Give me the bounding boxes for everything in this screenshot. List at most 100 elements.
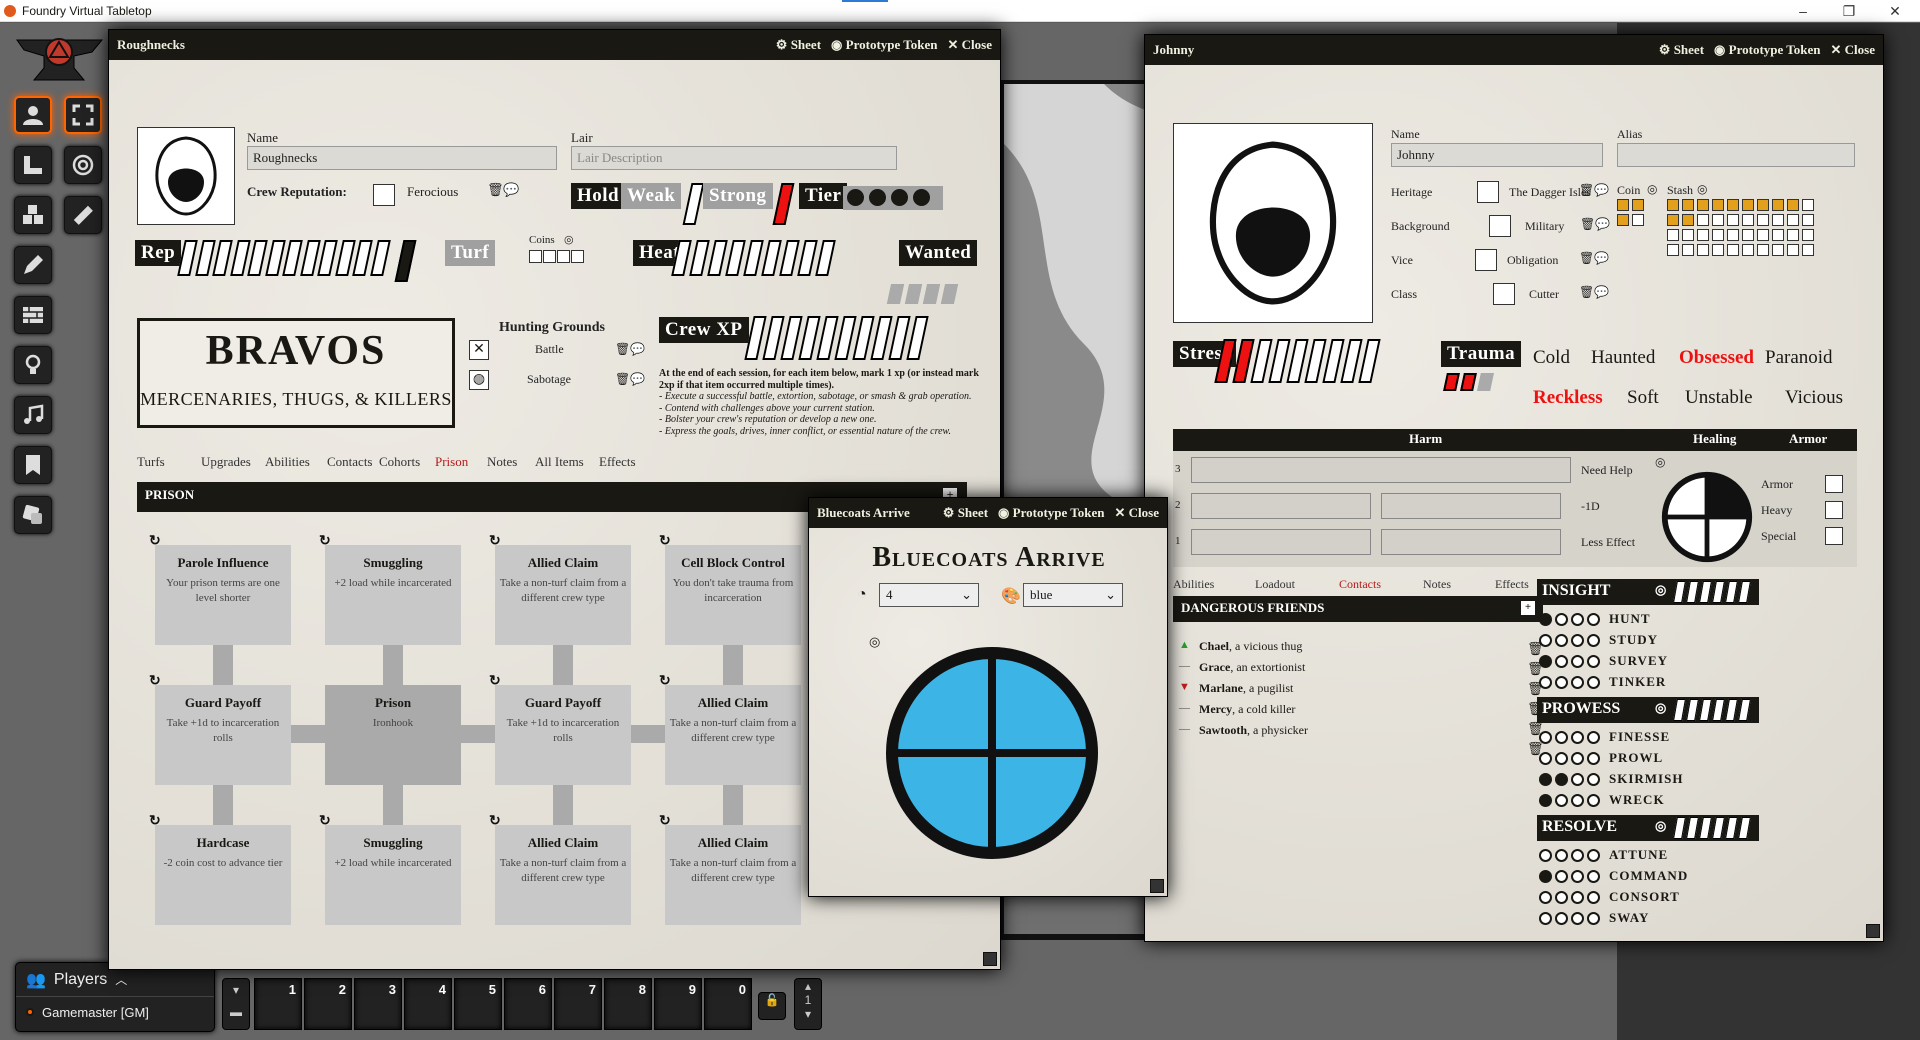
stash-box[interactable] (1772, 244, 1784, 256)
stash-box[interactable] (1772, 199, 1784, 211)
skill-dot[interactable] (1555, 751, 1568, 765)
stash-box[interactable] (1682, 244, 1694, 256)
sound-controls-button[interactable] (14, 396, 52, 434)
measure-controls-button[interactable] (14, 146, 52, 184)
stash-box[interactable] (1787, 244, 1799, 256)
trauma-obsessed[interactable]: Obsessed (1679, 347, 1754, 369)
hold-strong-toggle[interactable]: Strong (703, 183, 773, 209)
foundry-logo[interactable] (12, 30, 107, 90)
stash-box[interactable] (1727, 214, 1739, 226)
stash-box[interactable] (1802, 229, 1814, 241)
trauma-unstable[interactable]: Unstable (1685, 387, 1753, 409)
tiles-controls-button[interactable] (14, 196, 52, 234)
prototype-token-button[interactable]: ◉ Prototype Token (998, 505, 1104, 521)
attribute-xp-tick[interactable] (1725, 817, 1738, 839)
skill-dot[interactable] (1587, 793, 1600, 807)
token-controls-button[interactable] (14, 96, 52, 134)
skill-dot[interactable] (1555, 730, 1568, 744)
skill-dot[interactable] (1587, 890, 1600, 904)
macro-slot[interactable]: 6 (504, 978, 552, 1030)
heat-tick[interactable] (797, 240, 818, 276)
sheet-config-button[interactable]: ⚙ Sheet (776, 37, 821, 53)
stash-box[interactable] (1802, 214, 1814, 226)
macro-slot[interactable]: 4 (404, 978, 452, 1030)
refresh-icon[interactable]: ↻ (489, 813, 501, 830)
tab-contacts[interactable]: Contacts (327, 454, 373, 470)
coin-box[interactable] (529, 250, 542, 263)
char-name-input[interactable]: Johnny (1391, 143, 1603, 167)
attribute-xp-tick[interactable] (1712, 581, 1725, 603)
attribute-xp-tick[interactable] (1712, 817, 1725, 839)
trauma-reckless[interactable]: Reckless (1533, 387, 1603, 409)
page-up-icon[interactable]: ▴ (795, 979, 821, 993)
add-icon[interactable]: + (1521, 601, 1535, 615)
stash-box[interactable] (1727, 244, 1739, 256)
skill-dot[interactable] (1587, 751, 1600, 765)
macro-slot[interactable]: 5 (454, 978, 502, 1030)
tab-turfs[interactable]: Turfs (137, 454, 165, 470)
macro-slot[interactable]: 7 (554, 978, 602, 1030)
stash-box[interactable] (1667, 229, 1679, 241)
minimize-icon[interactable]: – (1780, 0, 1826, 22)
tab-abilities[interactable]: Abilities (265, 454, 310, 470)
tab-upgrades[interactable]: Upgrades (201, 454, 251, 470)
detail-actions[interactable]: 🗑💬 (1580, 217, 1610, 232)
skill-dot[interactable] (1571, 869, 1584, 883)
stash-box[interactable] (1802, 199, 1814, 211)
skill-dot[interactable] (1539, 772, 1552, 786)
skill-finesse[interactable]: FINESSE (1539, 729, 1670, 745)
hunting-sabotage-actions[interactable]: 🗑💬 (615, 372, 645, 387)
prison-node[interactable]: Smuggling +2 load while incarcerated (325, 825, 461, 925)
crew-name-input[interactable]: Roughnecks (247, 146, 557, 170)
skill-dot[interactable] (1539, 633, 1552, 647)
stash-box[interactable] (1742, 244, 1754, 256)
prison-node[interactable]: Allied Claim Take a non-turf claim from a… (665, 685, 801, 785)
skill-dot[interactable] (1555, 772, 1568, 786)
skill-dot[interactable] (1571, 730, 1584, 744)
tier-dot[interactable] (869, 189, 886, 206)
skill-dot[interactable] (1587, 911, 1600, 925)
macro-slot[interactable]: 8 (604, 978, 652, 1030)
skill-dot[interactable] (1571, 793, 1584, 807)
trauma-tick[interactable] (1460, 373, 1477, 391)
stash-box[interactable] (1772, 229, 1784, 241)
prison-node[interactable]: Allied Claim Take a non-turf claim from a… (665, 825, 801, 925)
contact-entry[interactable]: Marlane, a pugilist (1199, 681, 1293, 696)
refresh-icon[interactable]: ↻ (659, 533, 671, 550)
skill-dot[interactable] (1555, 793, 1568, 807)
skill-wreck[interactable]: WRECK (1539, 792, 1665, 808)
stash-box[interactable] (1802, 244, 1814, 256)
page-down-icon[interactable]: ▾ (795, 1007, 821, 1021)
rep-tick[interactable] (212, 240, 233, 276)
maximize-icon[interactable]: ❐ (1826, 0, 1872, 22)
attribute-xp-tick[interactable] (1725, 581, 1738, 603)
skill-dot[interactable] (1571, 911, 1584, 925)
skill-dot[interactable] (1539, 911, 1552, 925)
skill-dot[interactable] (1571, 751, 1584, 765)
attribute-xp-tick[interactable] (1738, 581, 1751, 603)
window-header[interactable]: Johnny ⚙ Sheet ◉ Prototype Token ✕ Close (1145, 35, 1883, 65)
refresh-icon[interactable]: ↻ (149, 673, 161, 690)
dice-controls-button[interactable] (14, 496, 52, 534)
skill-consort[interactable]: CONSORT (1539, 889, 1680, 905)
stash-box[interactable] (1742, 199, 1754, 211)
skill-dot[interactable] (1539, 654, 1552, 668)
clock-size-select[interactable]: 4 ⌄ (879, 583, 979, 607)
contact-entry[interactable]: Grace, an extortionist (1199, 660, 1305, 675)
lock-icon[interactable]: 🔓 (758, 992, 786, 1020)
trauma-paranoid[interactable]: Paranoid (1765, 347, 1833, 369)
hunting-battle-actions[interactable]: 🗑💬 (615, 342, 645, 357)
hold-marker-strong[interactable] (772, 183, 795, 225)
heat-tick[interactable] (743, 240, 764, 276)
alias-input[interactable] (1617, 143, 1855, 167)
armor-checkbox[interactable] (1825, 501, 1843, 519)
tab-effects[interactable]: Effects (1495, 577, 1529, 592)
contact-neutral-icon[interactable]: — (1179, 702, 1190, 714)
trauma-cold[interactable]: Cold (1533, 347, 1570, 369)
hunting-sabotage-icon[interactable]: ◍ (469, 370, 489, 390)
prison-node[interactable]: Allied Claim Take a non-turf claim from a… (495, 825, 631, 925)
wanted-tick[interactable] (904, 284, 923, 304)
stash-box[interactable] (1682, 229, 1694, 241)
refresh-icon[interactable]: ↻ (489, 533, 501, 550)
skill-dot[interactable] (1539, 612, 1552, 626)
